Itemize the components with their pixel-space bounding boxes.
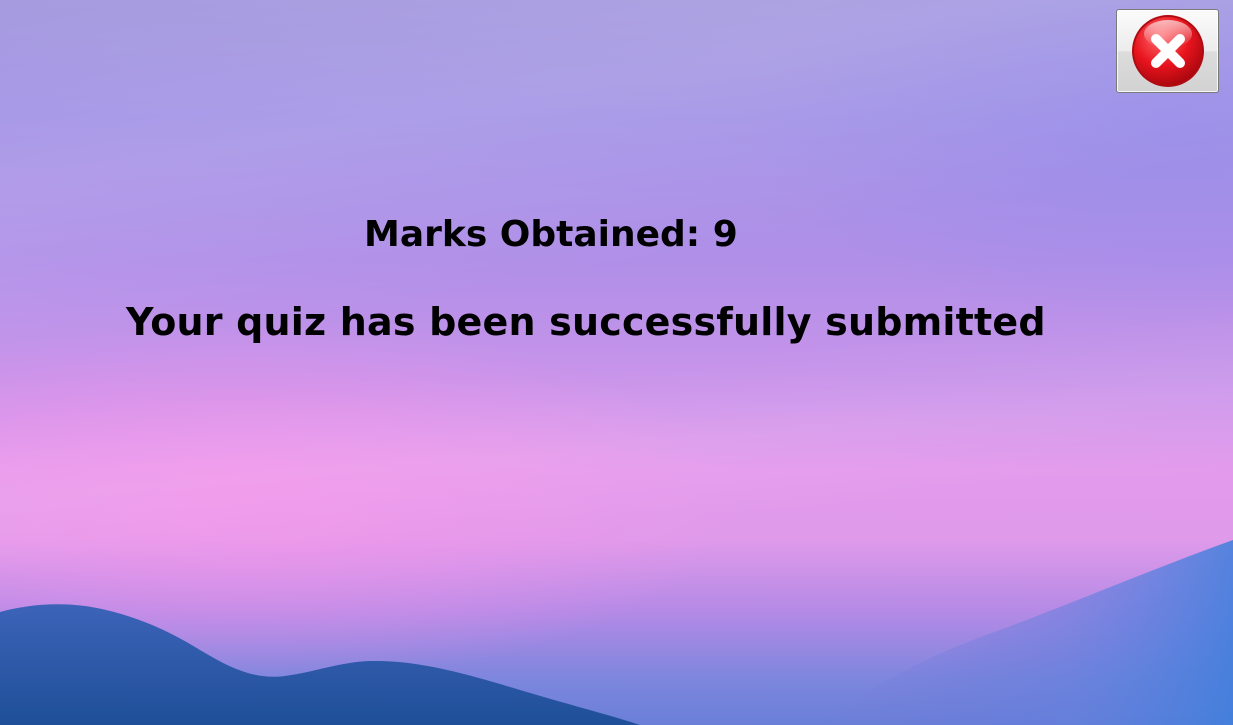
background-mountains [0,540,1233,725]
close-button[interactable] [1116,9,1219,93]
marks-obtained-label: Marks Obtained: 9 [364,214,738,255]
submission-message: Your quiz has been successfully submitte… [126,300,1046,344]
close-icon [1131,15,1204,87]
